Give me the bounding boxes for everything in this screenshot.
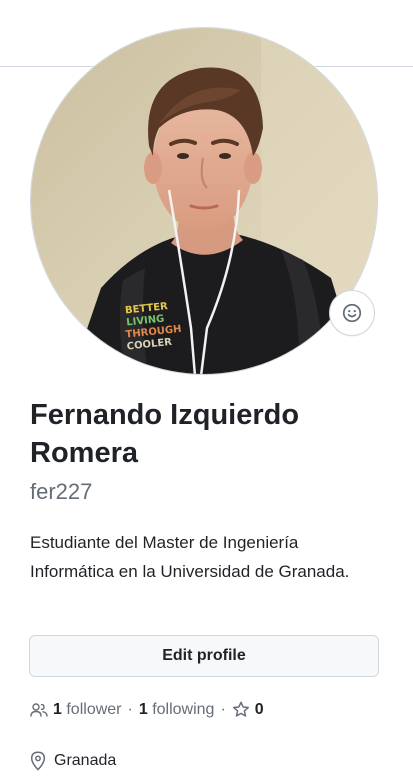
followers-link[interactable]: 1 follower xyxy=(30,701,122,719)
profile-bio: Estudiante del Master de Ingeniería Info… xyxy=(30,533,350,581)
stars-link[interactable]: 0 xyxy=(232,701,264,719)
smiley-icon xyxy=(342,303,362,323)
avatar[interactable]: BETTER LIVING THROUGH COOLER xyxy=(30,27,378,375)
following-link[interactable]: 1 following xyxy=(139,701,215,719)
followers-label: follower xyxy=(66,701,122,718)
star-icon xyxy=(232,701,250,719)
following-count: 1 xyxy=(138,701,148,718)
following-label: following xyxy=(152,701,215,718)
separator-dot: · xyxy=(127,701,133,718)
profile-username: fer227 xyxy=(30,479,93,504)
set-status-button[interactable] xyxy=(329,290,375,336)
edit-profile-button[interactable]: Edit profile xyxy=(29,635,379,677)
location-text: Granada xyxy=(54,752,117,769)
separator-dot: · xyxy=(220,701,226,718)
avatar-container: BETTER LIVING THROUGH COOLER xyxy=(30,27,378,375)
people-icon xyxy=(30,702,48,718)
avatar-photo: BETTER LIVING THROUGH COOLER xyxy=(31,28,377,374)
profile-location: Granada xyxy=(30,749,116,773)
profile-full-name: Fernando Izquierdo Romera xyxy=(30,399,300,469)
location-pin-icon xyxy=(30,751,46,771)
stars-count: 0 xyxy=(254,701,264,718)
social-counts: 1 follower · 1 following · 0 xyxy=(30,698,264,722)
followers-count: 1 xyxy=(53,701,62,718)
